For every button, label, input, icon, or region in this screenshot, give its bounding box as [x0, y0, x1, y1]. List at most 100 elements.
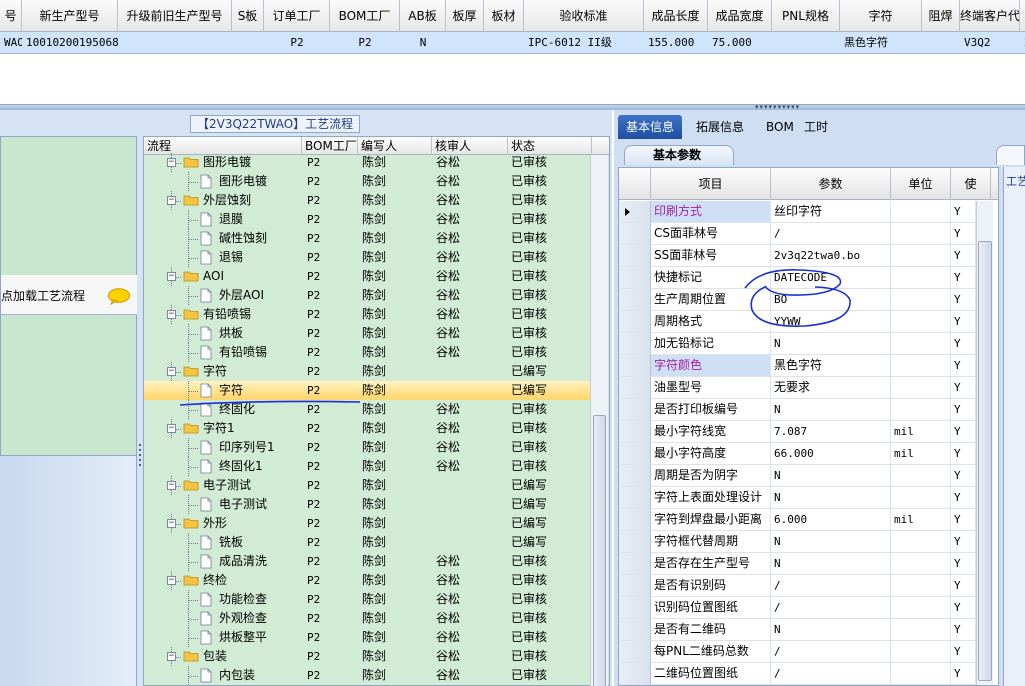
param-value-field[interactable]: 无要求 — [771, 377, 891, 399]
top-grid-header-cell[interactable]: 验收标准 — [524, 0, 644, 32]
process-flow-row[interactable]: − 电子测试 P2 陈剑 已编写 — [144, 476, 592, 495]
param-row[interactable]: 印刷方式 丝印字符 Y — [619, 201, 998, 223]
param-value-field[interactable]: N — [771, 333, 891, 355]
param-enabled-flag[interactable]: Y — [951, 355, 976, 377]
top-grid-header-cell[interactable]: BOM工厂 — [330, 0, 400, 32]
process-flow-row[interactable]: 内包装 P2 陈剑 谷松 已审核 — [144, 666, 592, 685]
top-grid-header-cell[interactable]: 阻焊 — [922, 0, 960, 32]
top-grid-row[interactable]: WAO 10010200195068 P2 P2 N IPC-6012 II级 155.00… — [0, 32, 1025, 54]
process-flow-row[interactable]: 图形电镀 P2 陈剑 谷松 已审核 — [144, 172, 592, 191]
param-row[interactable]: 是否有二维码 N Y — [619, 619, 998, 641]
param-row[interactable]: 字符上表面处理设计 N Y — [619, 487, 998, 509]
top-grid-header-cell[interactable]: 字符 — [840, 0, 922, 32]
param-row[interactable]: 字符颜色 黑色字符 Y — [619, 355, 998, 377]
tab-side[interactable] — [996, 145, 1025, 165]
param-row[interactable]: 识别码位置图纸 / Y — [619, 597, 998, 619]
process-flow-row[interactable]: − AOI P2 陈剑 谷松 已审核 — [144, 267, 592, 286]
top-grid-header-cell[interactable]: 订单工厂 — [264, 0, 330, 32]
collapse-icon[interactable]: − — [167, 519, 176, 528]
param-value-field[interactable]: / — [771, 597, 891, 619]
collapse-icon[interactable]: − — [167, 424, 176, 433]
top-grid-header-cell[interactable]: 升级前旧生产型号 — [118, 0, 232, 32]
collapse-icon[interactable]: − — [167, 310, 176, 319]
param-enabled-flag[interactable]: Y — [951, 465, 976, 487]
top-grid-header-cell[interactable]: PNL规格 — [772, 0, 840, 32]
process-flow-row[interactable]: 碱性蚀刻 P2 陈剑 谷松 已审核 — [144, 229, 592, 248]
param-row[interactable]: 每PNL二维码总数 / Y — [619, 641, 998, 663]
param-value-field[interactable]: / — [771, 641, 891, 663]
param-value-field[interactable]: N — [771, 487, 891, 509]
param-enabled-flag[interactable]: Y — [951, 619, 976, 641]
param-enabled-flag[interactable]: Y — [951, 201, 976, 223]
process-flow-scrollbar[interactable] — [590, 155, 608, 686]
param-row[interactable]: 是否存在生产型号 N Y — [619, 553, 998, 575]
param-header-cell[interactable]: 单位 — [891, 168, 951, 200]
param-enabled-flag[interactable]: Y — [951, 399, 976, 421]
param-value-field[interactable]: N — [771, 531, 891, 553]
param-row[interactable]: 字符框代替周期 N Y — [619, 531, 998, 553]
param-enabled-flag[interactable]: Y — [951, 487, 976, 509]
param-value-field[interactable]: / — [771, 663, 891, 685]
collapse-icon[interactable]: − — [167, 576, 176, 585]
param-row[interactable]: 字符到焊盘最小距离 6.000 mil Y — [619, 509, 998, 531]
tab-basic-params[interactable]: 基本参数 — [624, 145, 734, 165]
param-row[interactable]: 生产周期位置 BO Y — [619, 289, 998, 311]
param-row[interactable]: 快捷标记 DATECODE Y — [619, 267, 998, 289]
top-grid-header-cell[interactable]: 新生产型号 — [22, 0, 118, 32]
process-flow-row[interactable]: − 外形 P2 陈剑 已编写 — [144, 514, 592, 533]
tab-extended-info[interactable]: 拓展信息 — [688, 115, 752, 139]
param-enabled-flag[interactable]: Y — [951, 641, 976, 663]
param-value-field[interactable]: / — [771, 223, 891, 245]
process-flow-row[interactable]: 有铅喷锡 P2 陈剑 谷松 已审核 — [144, 343, 592, 362]
tab-basic-info[interactable]: 基本信息 — [618, 115, 683, 139]
process-flow-row[interactable]: − 终检 P2 陈剑 谷松 已审核 — [144, 571, 592, 590]
process-flow-row[interactable]: 电子测试 P2 陈剑 已编写 — [144, 495, 592, 514]
param-enabled-flag[interactable]: Y — [951, 663, 976, 685]
param-enabled-flag[interactable]: Y — [951, 267, 976, 289]
param-value-field[interactable]: N — [771, 465, 891, 487]
top-grid-header-cell[interactable]: 号 — [0, 0, 22, 32]
param-enabled-flag[interactable]: Y — [951, 421, 976, 443]
param-enabled-flag[interactable]: Y — [951, 311, 976, 333]
top-grid-header-cell[interactable]: 成品宽度 — [708, 0, 772, 32]
process-flow-row[interactable]: 外观检查 P2 陈剑 谷松 已审核 — [144, 609, 592, 628]
process-flow-row[interactable]: 印序列号1 P2 陈剑 谷松 已审核 — [144, 438, 592, 457]
param-value-field[interactable]: YYWW — [771, 311, 891, 333]
param-value-field[interactable]: N — [771, 399, 891, 421]
chat-bubble-icon[interactable] — [107, 288, 131, 305]
param-value-field[interactable]: 66.000 — [771, 443, 891, 465]
param-value-field[interactable]: 丝印字符 — [771, 201, 891, 223]
top-grid-header-cell[interactable]: 板厚 — [446, 0, 484, 32]
collapse-icon[interactable]: − — [167, 158, 176, 167]
param-row[interactable]: 周期是否为阴字 N Y — [619, 465, 998, 487]
param-enabled-flag[interactable]: Y — [951, 333, 976, 355]
param-row[interactable]: 二维码位置图纸 / Y — [619, 663, 998, 685]
param-enabled-flag[interactable]: Y — [951, 553, 976, 575]
param-row[interactable]: 加无铅标记 N Y — [619, 333, 998, 355]
param-enabled-flag[interactable]: Y — [951, 443, 976, 465]
process-flow-row[interactable]: − 外层蚀刻 P2 陈剑 谷松 已审核 — [144, 191, 592, 210]
param-enabled-flag[interactable]: Y — [951, 377, 976, 399]
param-value-field[interactable]: / — [771, 575, 891, 597]
process-flow-row[interactable]: 退锡 P2 陈剑 谷松 已审核 — [144, 248, 592, 267]
process-flow-row[interactable]: 烘板整平 P2 陈剑 谷松 已审核 — [144, 628, 592, 647]
param-value-field[interactable]: N — [771, 619, 891, 641]
process-flow-row[interactable]: − 包装 P2 陈剑 谷松 已审核 — [144, 647, 592, 666]
top-grid-header-cell[interactable]: S板 — [232, 0, 264, 32]
param-row[interactable]: 是否打印板编号 N Y — [619, 399, 998, 421]
param-row[interactable]: SS面菲林号 2v3q22twa0.bo Y — [619, 245, 998, 267]
param-value-field[interactable]: N — [771, 553, 891, 575]
param-row[interactable]: 周期格式 YYWW Y — [619, 311, 998, 333]
process-flow-row[interactable]: 终固化 P2 陈剑 谷松 已审核 — [144, 400, 592, 419]
param-value-field[interactable]: 黑色字符 — [771, 355, 891, 377]
process-flow-row[interactable]: 终固化1 P2 陈剑 谷松 已审核 — [144, 457, 592, 476]
process-flow-row[interactable]: − 字符 P2 陈剑 已编写 — [144, 362, 592, 381]
param-enabled-flag[interactable]: Y — [951, 223, 976, 245]
param-enabled-flag[interactable]: Y — [951, 531, 976, 553]
param-row[interactable]: CS面菲林号 / Y — [619, 223, 998, 245]
param-row[interactable]: 油墨型号 无要求 Y — [619, 377, 998, 399]
process-flow-row[interactable]: 功能检查 P2 陈剑 谷松 已审核 — [144, 590, 592, 609]
param-value-field[interactable]: 7.087 — [771, 421, 891, 443]
param-enabled-flag[interactable]: Y — [951, 597, 976, 619]
process-flow-row[interactable]: − 图形电镀 P2 陈剑 谷松 已审核 — [144, 153, 592, 172]
